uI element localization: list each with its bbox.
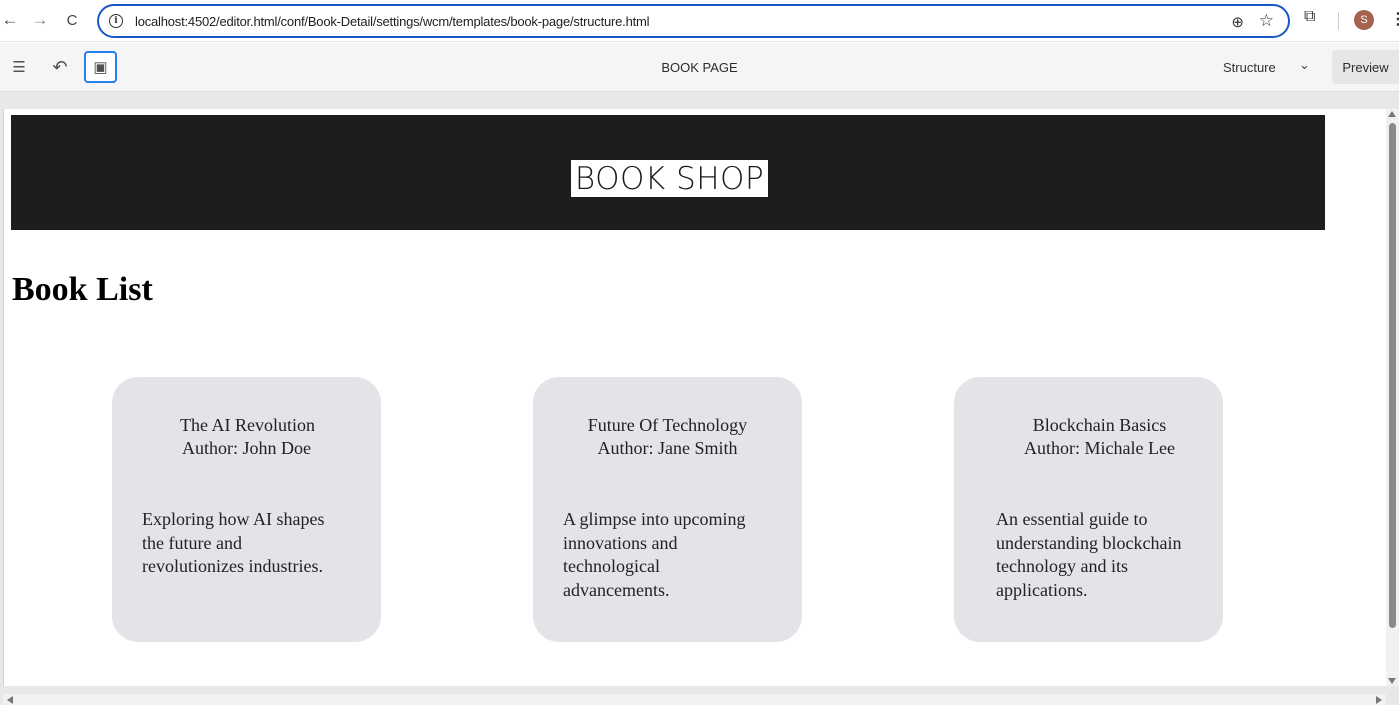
book-card[interactable]: Blockchain Basics Author: Michale Lee An… [954,377,1223,642]
book-author: Author: John Doe [182,438,311,458]
site-info-icon[interactable]: i [109,14,123,28]
horizontal-scrollbar[interactable] [3,694,1386,705]
bookmark-star-icon[interactable]: ☆ [1259,11,1274,31]
scroll-down-icon[interactable] [1388,678,1396,684]
scroll-right-icon[interactable] [1376,696,1382,704]
book-list-heading: Book List [12,271,153,308]
page-frame: BOOK SHOP Book List The AI Revolution Au… [3,109,1386,686]
book-title: Blockchain Basics [1032,415,1167,435]
url-text[interactable]: localhost:4502/editor.html/conf/Book-Det… [135,14,650,29]
scrollbar-thumb[interactable] [1389,123,1396,628]
mode-selector[interactable]: Structure [1223,60,1276,75]
book-author: Author: Jane Smith [597,438,738,458]
profile-avatar[interactable]: S [1354,10,1374,30]
toolbar-divider [1338,12,1339,30]
address-bar[interactable]: i localhost:4502/editor.html/conf/Book-D… [97,4,1290,38]
book-description: A glimpse into upcoming innovations and … [563,509,746,600]
forward-arrow-icon[interactable]: → [26,6,54,34]
back-arrow-icon[interactable]: ← [0,6,24,34]
book-card[interactable]: Future Of Technology Author: Jane Smith … [533,377,802,642]
book-card[interactable]: The AI Revolution Author: John Doe Explo… [112,377,381,642]
editor-toolbar: ☰ ↶ ▣ BOOK PAGE Structure ⌄ Preview [0,43,1399,92]
hero-banner: BOOK SHOP [11,115,1325,230]
browser-toolbar: ← → C i localhost:4502/editor.html/conf/… [0,0,1399,42]
book-description: Exploring how AI shapes the future and r… [142,509,325,576]
scroll-left-icon[interactable] [7,696,13,704]
extensions-icon[interactable]: ⧉ [1304,8,1315,26]
book-description: An essential guide to understanding bloc… [996,509,1182,600]
browser-menu-icon[interactable]: ⋮ [1390,9,1399,29]
preview-button[interactable]: Preview [1332,50,1399,84]
vertical-scrollbar[interactable] [1386,109,1399,686]
book-shop-logo: BOOK SHOP [571,160,768,197]
reload-icon[interactable]: C [58,6,86,34]
editor-canvas: BOOK SHOP Book List The AI Revolution Au… [0,92,1399,705]
zoom-icon[interactable]: ⊕ [1231,13,1244,31]
book-title: The AI Revolution [180,415,315,435]
page-title: BOOK PAGE [661,60,738,75]
scroll-up-icon[interactable] [1388,111,1396,117]
book-title: Future Of Technology [587,415,748,435]
chevron-down-icon[interactable]: ⌄ [1299,57,1310,73]
book-author: Author: Michale Lee [1024,438,1175,458]
